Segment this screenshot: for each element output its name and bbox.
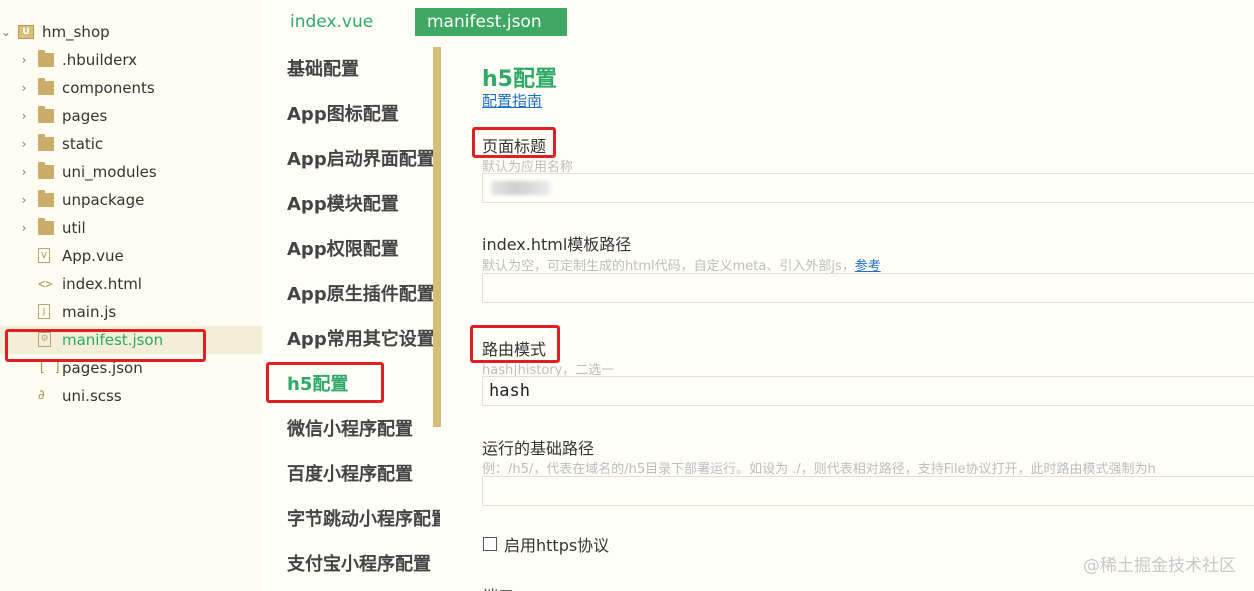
blurred-redaction <box>491 181 551 195</box>
tree-item-label: manifest.json <box>62 331 164 349</box>
chevron-right-icon[interactable]: › <box>18 130 30 158</box>
tree-item-unpackage[interactable]: › unpackage <box>0 186 262 214</box>
router-mode-label: 路由模式 <box>482 340 547 359</box>
index-template-input[interactable] <box>482 273 1254 303</box>
chevron-down-icon[interactable]: ⌄ <box>0 18 12 46</box>
config-nav-item[interactable]: 字节跳动小程序配置 <box>287 505 440 535</box>
config-nav-item[interactable]: 微信小程序配置 <box>287 415 413 445</box>
folder-icon <box>38 134 54 151</box>
tree-item-label: index.html <box>62 275 142 293</box>
editor-tab-bar: index.vue manifest.json <box>262 0 1254 44</box>
base-path-help: 例：/h5/，代表在域名的/h5目录下部署运行。如设为 ./，则代表相对路径，支… <box>482 462 1156 477</box>
tree-item-label: pages <box>62 107 108 125</box>
h5-config-panel: h5配置 配置指南 页面标题 默认为应用名称 index.html模板路径 默认… <box>441 44 1254 591</box>
project-icon: U <box>18 25 34 39</box>
config-nav-item[interactable]: App原生插件配置 <box>287 280 435 310</box>
reference-link[interactable]: 参考 <box>855 259 881 274</box>
https-checkbox-label: 启用https协议 <box>504 536 610 555</box>
tree-item-label: unpackage <box>62 191 145 209</box>
chevron-right-icon[interactable]: › <box>18 158 30 186</box>
tree-item-label: uni.scss <box>62 387 122 405</box>
config-guide-link[interactable]: 配置指南 <box>482 90 542 111</box>
port-label: 端口 <box>482 583 514 591</box>
manifest-config-nav: 基础配置 App图标配置 App启动界面配置 App模块配置 App权限配置 App原生插… <box>262 44 440 591</box>
tree-item-app-vue[interactable]: V App.vue <box>0 242 262 270</box>
folder-icon <box>38 50 54 67</box>
js-file-icon: J <box>38 304 50 319</box>
config-nav-item[interactable]: App启动界面配置 <box>287 145 435 175</box>
folder-icon <box>38 218 54 235</box>
page-title-input[interactable] <box>482 173 1254 203</box>
config-nav-item[interactable]: 基础配置 <box>287 55 359 85</box>
folder-icon <box>38 106 54 123</box>
index-template-label: index.html模板路径 <box>482 235 632 254</box>
tree-item-label: .hbuilderx <box>62 51 138 69</box>
scss-file-icon: ∂ <box>38 388 45 403</box>
tab-manifest-json[interactable]: manifest.json <box>415 8 567 36</box>
chevron-right-icon[interactable]: › <box>18 186 30 214</box>
index-template-help: 默认为空，可定制生成的html代码，自定义meta、引入外部js，参考 <box>482 255 881 274</box>
tab-index-vue[interactable]: index.vue <box>278 8 385 36</box>
tree-item-pages[interactable]: › pages <box>0 102 262 130</box>
tree-item-label: components <box>62 79 155 97</box>
tree-item-components[interactable]: › components <box>0 74 262 102</box>
tree-item-label: main.js <box>62 303 117 321</box>
json-file-icon: [ ] <box>38 360 62 375</box>
tree-item-hbuilderx[interactable]: › .hbuilderx <box>0 46 262 74</box>
chevron-right-icon[interactable]: › <box>18 74 30 102</box>
section-title: h5配置 <box>482 67 557 92</box>
router-mode-input[interactable]: hash <box>482 376 1254 406</box>
tree-item-pages-json[interactable]: [ ] pages.json <box>0 354 262 382</box>
tree-item-util[interactable]: › util <box>0 214 262 242</box>
tree-item-label: App.vue <box>62 247 124 265</box>
tree-item-uni-modules[interactable]: › uni_modules <box>0 158 262 186</box>
tree-item-label: util <box>62 219 86 237</box>
folder-icon <box>38 162 54 179</box>
chevron-right-icon[interactable]: › <box>18 214 30 242</box>
config-nav-item[interactable]: App常用其它设置 <box>287 325 435 355</box>
index-template-help-text: 默认为空，可定制生成的html代码，自定义meta、引入外部js， <box>482 259 855 274</box>
tree-project-root[interactable]: ⌄ U hm_shop <box>0 18 262 46</box>
config-nav-scrollbar[interactable] <box>433 47 441 427</box>
vue-file-icon: V <box>38 248 50 263</box>
tree-item-label: hm_shop <box>42 23 110 41</box>
chevron-right-icon[interactable]: › <box>18 46 30 74</box>
config-nav-item[interactable]: 支付宝小程序配置 <box>287 550 431 580</box>
config-nav-item[interactable]: h5配置 <box>287 370 348 400</box>
https-checkbox[interactable] <box>483 537 497 551</box>
tree-item-index-html[interactable]: <> index.html <box>0 270 262 298</box>
tree-item-label: static <box>62 135 104 153</box>
folder-icon <box>38 78 54 95</box>
gear-file-icon: ⚙ <box>38 332 51 347</box>
tree-item-main-js[interactable]: Jmain.js <box>0 298 262 326</box>
config-nav-item[interactable]: 百度小程序配置 <box>287 460 413 490</box>
watermark: @稀土掘金技术社区 <box>1083 556 1236 576</box>
config-nav-item[interactable]: App图标配置 <box>287 100 399 130</box>
project-explorer: ⌄ U hm_shop › .hbuilderx › components › pages… <box>0 0 263 591</box>
tree-item-label: uni_modules <box>62 163 157 181</box>
folder-icon <box>38 190 54 207</box>
page-title-label: 页面标题 <box>482 137 547 156</box>
code-file-icon: <> <box>38 277 53 291</box>
tree-item-static[interactable]: › static <box>0 130 262 158</box>
tree-item-uni-scss[interactable]: ∂ uni.scss <box>0 382 262 410</box>
base-path-input[interactable] <box>482 476 1254 506</box>
config-nav-item[interactable]: App模块配置 <box>287 190 399 220</box>
config-nav-item[interactable]: App权限配置 <box>287 235 399 265</box>
chevron-right-icon[interactable]: › <box>18 102 30 130</box>
tree-item-label: pages.json <box>62 359 143 377</box>
base-path-label: 运行的基础路径 <box>482 439 595 458</box>
tree-item-manifest-json[interactable]: ⚙ manifest.json <box>0 326 262 354</box>
